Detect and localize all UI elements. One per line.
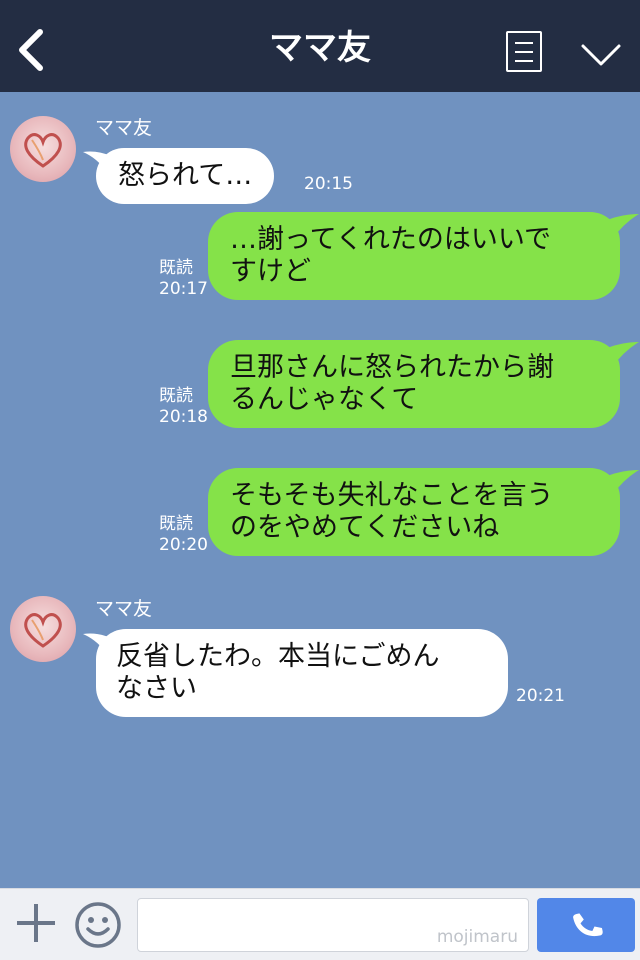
watermark: mojimaru xyxy=(436,927,518,947)
bubble-tail xyxy=(607,342,639,366)
avatar[interactable] xyxy=(10,596,76,662)
chat-title: ママ友 xyxy=(269,28,371,68)
read-receipt: 既読 xyxy=(159,514,193,534)
message-bubble-outgoing[interactable]: そもそも失礼なことを言う のをやめてくださいね xyxy=(208,468,620,556)
read-receipt: 既読 xyxy=(159,258,193,278)
message-bubble-outgoing[interactable]: 旦那さんに怒られたから謝 るんじゃなくて xyxy=(208,340,620,428)
header-bar: ママ友 xyxy=(0,0,640,92)
message-bubble-incoming[interactable]: 怒られて… xyxy=(96,148,275,204)
sender-name: ママ友 xyxy=(95,117,153,139)
back-chevron-icon[interactable] xyxy=(14,28,50,72)
plus-icon[interactable] xyxy=(14,901,58,945)
message-bubble-incoming[interactable]: 反省したわ。本当にごめん なさい xyxy=(96,629,508,717)
message-time: 20:21 xyxy=(516,686,565,706)
message-time: 20:20 xyxy=(159,535,208,555)
chevron-down-icon[interactable] xyxy=(580,40,622,68)
avatar[interactable] xyxy=(10,116,76,182)
message-bubble-outgoing[interactable]: …謝ってくれたのはいいで すけど xyxy=(208,212,620,300)
phone-icon xyxy=(573,913,603,937)
input-bar: mojimaru xyxy=(0,888,640,960)
chat-area[interactable]: ママ友 怒られて… 20:15 既読 20:17 …謝ってくれたのはいいで すけ… xyxy=(0,92,640,888)
bubble-tail xyxy=(607,214,639,238)
heart-ribbon-icon xyxy=(24,613,62,648)
notes-menu-icon[interactable] xyxy=(506,31,542,72)
message-time: 20:17 xyxy=(159,279,208,299)
heart-ribbon-icon xyxy=(24,133,62,168)
call-button[interactable] xyxy=(537,898,635,952)
read-receipt: 既読 xyxy=(159,386,193,406)
sender-name: ママ友 xyxy=(95,598,153,620)
message-time: 20:18 xyxy=(159,407,208,427)
emoji-icon[interactable] xyxy=(74,901,122,949)
bubble-tail xyxy=(607,470,639,494)
message-time: 20:15 xyxy=(304,174,353,194)
message-input[interactable]: mojimaru xyxy=(137,898,529,952)
